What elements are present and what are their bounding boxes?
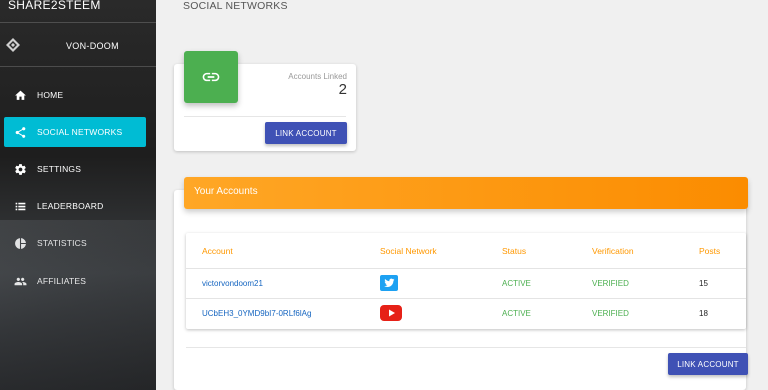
sidebar-item-label: LEADERBOARD	[37, 201, 104, 211]
sidebar-item-statistics[interactable]: STATISTICS	[4, 228, 146, 258]
status-badge: ACTIVE	[502, 279, 531, 288]
home-icon	[13, 88, 27, 102]
sidebar-item-social-networks[interactable]: SOCIAL NETWORKS	[4, 117, 146, 147]
sidebar-item-settings[interactable]: SETTINGS	[4, 154, 146, 184]
twitter-icon	[380, 275, 398, 291]
verification-badge: VERIFIED	[592, 309, 629, 318]
sidebar-item-affiliates[interactable]: AFFILIATES	[4, 266, 146, 296]
sidebar: SHARE2STEEM VON-DOOM HOME SOCIAL NETWORK…	[0, 0, 156, 390]
account-link[interactable]: victorvondoom21	[202, 279, 263, 288]
column-header-status: Status	[502, 246, 527, 256]
share-icon	[13, 125, 27, 139]
user-logo-icon	[6, 38, 20, 52]
posts-count: 15	[699, 279, 708, 288]
sidebar-item-label: STATISTICS	[37, 238, 87, 248]
list-icon	[13, 199, 27, 213]
sidebar-divider	[0, 22, 156, 23]
brand-title: SHARE2STEEM	[8, 0, 101, 12]
link-icon	[202, 72, 220, 82]
account-link[interactable]: UCbEH3_0YMD9bI7-0RLf6lAg	[202, 309, 311, 318]
accounts-card: Account Social Network Status Verificati…	[174, 190, 748, 390]
section-title: Your Accounts	[194, 186, 258, 197]
pie-chart-icon	[13, 236, 27, 250]
column-header-verification: Verification	[592, 246, 634, 256]
column-header-account: Account	[202, 246, 233, 256]
status-badge: ACTIVE	[502, 309, 531, 318]
link-account-button-bottom[interactable]: LINK ACCOUNT	[668, 353, 748, 375]
sidebar-item-label: AFFILIATES	[37, 276, 87, 286]
posts-count: 18	[699, 309, 708, 318]
sidebar-item-label: SOCIAL NETWORKS	[37, 127, 123, 137]
accounts-table: Account Social Network Status Verificati…	[186, 233, 746, 329]
stat-icon-box	[184, 51, 238, 103]
link-account-button[interactable]: LINK ACCOUNT	[265, 122, 347, 144]
stat-label: Accounts Linked	[288, 72, 347, 81]
card-divider	[184, 116, 346, 117]
user-profile[interactable]: VON-DOOM	[0, 32, 156, 58]
sidebar-item-label: SETTINGS	[37, 164, 82, 174]
people-icon	[13, 274, 27, 288]
stat-value: 2	[338, 81, 347, 98]
main-content: SOCIAL NETWORKS Accounts Linked 2 LINK A…	[156, 0, 768, 390]
sidebar-item-home[interactable]: HOME	[4, 80, 146, 110]
row-divider	[186, 298, 746, 299]
row-divider	[186, 268, 746, 269]
sidebar-item-leaderboard[interactable]: LEADERBOARD	[4, 191, 146, 221]
page-title: SOCIAL NETWORKS	[183, 0, 288, 12]
gear-icon	[13, 162, 27, 176]
verification-badge: VERIFIED	[592, 279, 629, 288]
column-header-social-network: Social Network	[380, 246, 437, 256]
sidebar-item-label: HOME	[37, 90, 64, 100]
your-accounts-header: Your Accounts	[184, 177, 748, 209]
youtube-icon	[380, 305, 402, 321]
card-divider	[186, 347, 746, 348]
column-header-posts: Posts	[699, 246, 721, 256]
sidebar-divider	[0, 66, 156, 67]
user-name: VON-DOOM	[66, 41, 119, 51]
